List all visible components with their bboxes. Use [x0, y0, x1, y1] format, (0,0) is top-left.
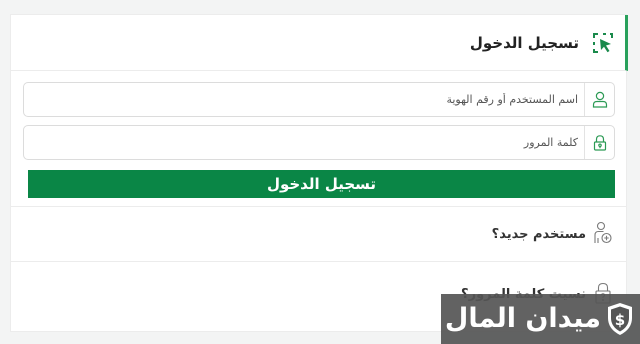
new-user-link[interactable]: مستخدم جديد؟	[11, 207, 626, 261]
svg-text:$: $	[615, 311, 625, 329]
password-field[interactable]	[23, 125, 615, 160]
password-icon-box	[584, 126, 614, 159]
page-title: تسجيل الدخول	[469, 34, 579, 52]
username-icon-box	[584, 83, 614, 116]
username-field[interactable]	[23, 82, 615, 117]
login-button[interactable]: تسجيل الدخول	[28, 170, 615, 198]
user-icon	[592, 91, 608, 108]
login-card: تسجيل الدخول تسجيل ا	[10, 14, 628, 332]
shield-dollar-icon: $	[608, 303, 632, 335]
login-card-header: تسجيل الدخول	[11, 15, 628, 71]
add-user-icon	[594, 221, 612, 244]
lock-icon	[593, 135, 607, 151]
login-cursor-icon	[593, 33, 613, 53]
watermark: ميدان المال $	[441, 294, 640, 344]
new-user-label: مستخدم جديد؟	[491, 227, 586, 242]
username-input[interactable]	[30, 89, 578, 110]
watermark-text: ميدان المال	[444, 303, 601, 334]
password-input[interactable]	[30, 132, 578, 153]
